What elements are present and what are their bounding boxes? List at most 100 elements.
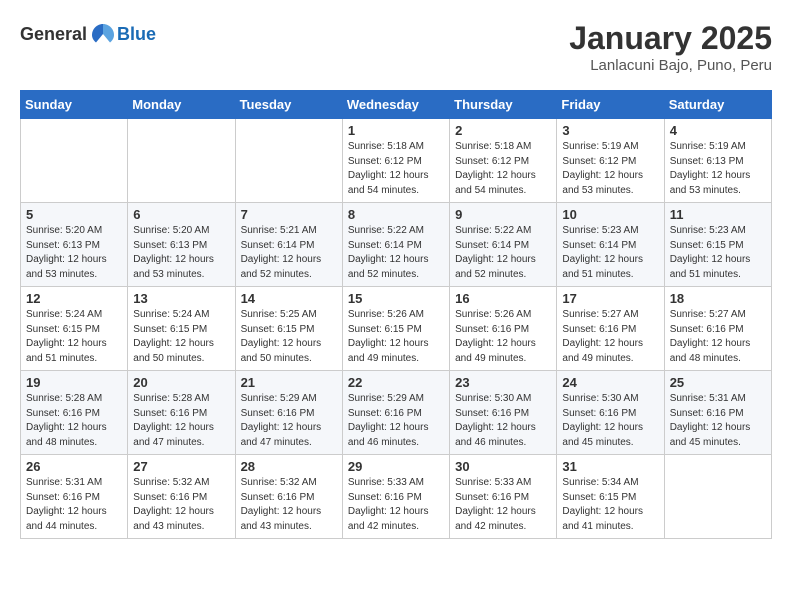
calendar-table: SundayMondayTuesdayWednesdayThursdayFrid…: [20, 90, 772, 539]
day-info: Sunrise: 5:18 AM Sunset: 6:12 PM Dayligh…: [348, 140, 444, 198]
day-number: 9: [455, 207, 551, 222]
day-number: 5: [26, 207, 122, 222]
calendar-cell: 4 Sunrise: 5:19 AM Sunset: 6:13 PM Daylig…: [664, 119, 771, 203]
calendar-cell: 15 Sunrise: 5:26 AM Sunset: 6:15 PM Dayli…: [342, 287, 449, 371]
weekday-header-sunday: Sunday: [21, 91, 128, 119]
logo: General Blue: [20, 20, 156, 48]
calendar-cell: 27 Sunrise: 5:32 AM Sunset: 6:16 PM Dayli…: [128, 455, 235, 539]
calendar-cell: 26 Sunrise: 5:31 AM Sunset: 6:16 PM Dayli…: [21, 455, 128, 539]
calendar-cell: 6 Sunrise: 5:20 AM Sunset: 6:13 PM Daylig…: [128, 203, 235, 287]
day-info: Sunrise: 5:20 AM Sunset: 6:13 PM Dayligh…: [133, 224, 229, 282]
day-number: 18: [670, 291, 766, 306]
calendar-cell: 13 Sunrise: 5:24 AM Sunset: 6:15 PM Dayli…: [128, 287, 235, 371]
day-number: 23: [455, 375, 551, 390]
calendar-cell: [664, 455, 771, 539]
day-info: Sunrise: 5:32 AM Sunset: 6:16 PM Dayligh…: [241, 476, 337, 534]
day-info: Sunrise: 5:34 AM Sunset: 6:15 PM Dayligh…: [562, 476, 658, 534]
day-number: 7: [241, 207, 337, 222]
calendar-cell: 9 Sunrise: 5:22 AM Sunset: 6:14 PM Daylig…: [450, 203, 557, 287]
calendar-cell: 29 Sunrise: 5:33 AM Sunset: 6:16 PM Dayli…: [342, 455, 449, 539]
day-number: 21: [241, 375, 337, 390]
weekday-header-row: SundayMondayTuesdayWednesdayThursdayFrid…: [21, 91, 772, 119]
calendar-cell: 2Sunrise: 5:18 AM Sunset: 6:12 PM Daylig…: [450, 119, 557, 203]
day-info: Sunrise: 5:27 AM Sunset: 6:16 PM Dayligh…: [562, 308, 658, 366]
calendar-cell: 3 Sunrise: 5:19 AM Sunset: 6:12 PM Daylig…: [557, 119, 664, 203]
day-number: 6: [133, 207, 229, 222]
day-number: 8: [348, 207, 444, 222]
day-info: Sunrise: 5:28 AM Sunset: 6:16 PM Dayligh…: [133, 392, 229, 450]
calendar-cell: 25Sunrise: 5:31 AM Sunset: 6:16 PM Dayli…: [664, 371, 771, 455]
day-number: 12: [26, 291, 122, 306]
day-info: Sunrise: 5:22 AM Sunset: 6:14 PM Dayligh…: [348, 224, 444, 282]
calendar-cell: 10 Sunrise: 5:23 AM Sunset: 6:14 PM Dayli…: [557, 203, 664, 287]
day-info: Sunrise: 5:33 AM Sunset: 6:16 PM Dayligh…: [348, 476, 444, 534]
calendar-cell: 23Sunrise: 5:30 AM Sunset: 6:16 PM Dayli…: [450, 371, 557, 455]
calendar-cell: 8 Sunrise: 5:22 AM Sunset: 6:14 PM Daylig…: [342, 203, 449, 287]
calendar-cell: 28 Sunrise: 5:32 AM Sunset: 6:16 PM Dayli…: [235, 455, 342, 539]
day-number: 17: [562, 291, 658, 306]
day-info: Sunrise: 5:24 AM Sunset: 6:15 PM Dayligh…: [26, 308, 122, 366]
calendar-cell: [235, 119, 342, 203]
week-row-1: 1 Sunrise: 5:18 AM Sunset: 6:12 PM Daylig…: [21, 119, 772, 203]
day-number: 30: [455, 459, 551, 474]
title-block: January 2025 Lanlacuni Bajo, Puno, Peru: [569, 20, 772, 74]
day-number: 11: [670, 207, 766, 222]
day-number: 24: [562, 375, 658, 390]
day-number: 31: [562, 459, 658, 474]
logo-blue-text: Blue: [117, 24, 156, 45]
day-info: Sunrise: 5:29 AM Sunset: 6:16 PM Dayligh…: [241, 392, 337, 450]
day-info: Sunrise: 5:21 AM Sunset: 6:14 PM Dayligh…: [241, 224, 337, 282]
calendar-cell: 31 Sunrise: 5:34 AM Sunset: 6:15 PM Dayli…: [557, 455, 664, 539]
day-number: 3: [562, 123, 658, 138]
day-info: Sunrise: 5:23 AM Sunset: 6:15 PM Dayligh…: [670, 224, 766, 282]
weekday-header-thursday: Thursday: [450, 91, 557, 119]
day-number: 22: [348, 375, 444, 390]
day-number: 15: [348, 291, 444, 306]
calendar-cell: 16Sunrise: 5:26 AM Sunset: 6:16 PM Dayli…: [450, 287, 557, 371]
day-number: 4: [670, 123, 766, 138]
day-number: 14: [241, 291, 337, 306]
day-number: 13: [133, 291, 229, 306]
page-header: General Blue January 2025 Lanlacuni Bajo…: [20, 20, 772, 74]
day-number: 16: [455, 291, 551, 306]
calendar-cell: [128, 119, 235, 203]
week-row-2: 5 Sunrise: 5:20 AM Sunset: 6:13 PM Daylig…: [21, 203, 772, 287]
calendar-cell: 12 Sunrise: 5:24 AM Sunset: 6:15 PM Dayli…: [21, 287, 128, 371]
day-number: 28: [241, 459, 337, 474]
day-info: Sunrise: 5:19 AM Sunset: 6:13 PM Dayligh…: [670, 140, 766, 198]
calendar-cell: 30 Sunrise: 5:33 AM Sunset: 6:16 PM Dayli…: [450, 455, 557, 539]
logo-general-text: General: [20, 24, 87, 45]
calendar-cell: 5Sunrise: 5:20 AM Sunset: 6:13 PM Daylig…: [21, 203, 128, 287]
day-info: Sunrise: 5:18 AM Sunset: 6:12 PM Dayligh…: [455, 140, 551, 198]
calendar-cell: 18 Sunrise: 5:27 AM Sunset: 6:16 PM Dayli…: [664, 287, 771, 371]
calendar-cell: 14 Sunrise: 5:25 AM Sunset: 6:15 PM Dayli…: [235, 287, 342, 371]
day-number: 19: [26, 375, 122, 390]
day-info: Sunrise: 5:19 AM Sunset: 6:12 PM Dayligh…: [562, 140, 658, 198]
month-title: January 2025: [569, 20, 772, 57]
day-info: Sunrise: 5:23 AM Sunset: 6:14 PM Dayligh…: [562, 224, 658, 282]
day-info: Sunrise: 5:25 AM Sunset: 6:15 PM Dayligh…: [241, 308, 337, 366]
weekday-header-monday: Monday: [128, 91, 235, 119]
day-number: 10: [562, 207, 658, 222]
day-number: 1: [348, 123, 444, 138]
day-info: Sunrise: 5:22 AM Sunset: 6:14 PM Dayligh…: [455, 224, 551, 282]
day-info: Sunrise: 5:32 AM Sunset: 6:16 PM Dayligh…: [133, 476, 229, 534]
week-row-5: 26 Sunrise: 5:31 AM Sunset: 6:16 PM Dayli…: [21, 455, 772, 539]
day-info: Sunrise: 5:31 AM Sunset: 6:16 PM Dayligh…: [26, 476, 122, 534]
day-number: 27: [133, 459, 229, 474]
day-info: Sunrise: 5:26 AM Sunset: 6:15 PM Dayligh…: [348, 308, 444, 366]
day-info: Sunrise: 5:30 AM Sunset: 6:16 PM Dayligh…: [562, 392, 658, 450]
calendar-cell: 7 Sunrise: 5:21 AM Sunset: 6:14 PM Daylig…: [235, 203, 342, 287]
day-info: Sunrise: 5:33 AM Sunset: 6:16 PM Dayligh…: [455, 476, 551, 534]
day-number: 26: [26, 459, 122, 474]
weekday-header-wednesday: Wednesday: [342, 91, 449, 119]
weekday-header-friday: Friday: [557, 91, 664, 119]
day-number: 25: [670, 375, 766, 390]
day-info: Sunrise: 5:27 AM Sunset: 6:16 PM Dayligh…: [670, 308, 766, 366]
logo-icon: [89, 20, 117, 48]
calendar-cell: 20 Sunrise: 5:28 AM Sunset: 6:16 PM Dayli…: [128, 371, 235, 455]
day-number: 29: [348, 459, 444, 474]
calendar-cell: 1 Sunrise: 5:18 AM Sunset: 6:12 PM Daylig…: [342, 119, 449, 203]
day-info: Sunrise: 5:24 AM Sunset: 6:15 PM Dayligh…: [133, 308, 229, 366]
day-number: 20: [133, 375, 229, 390]
